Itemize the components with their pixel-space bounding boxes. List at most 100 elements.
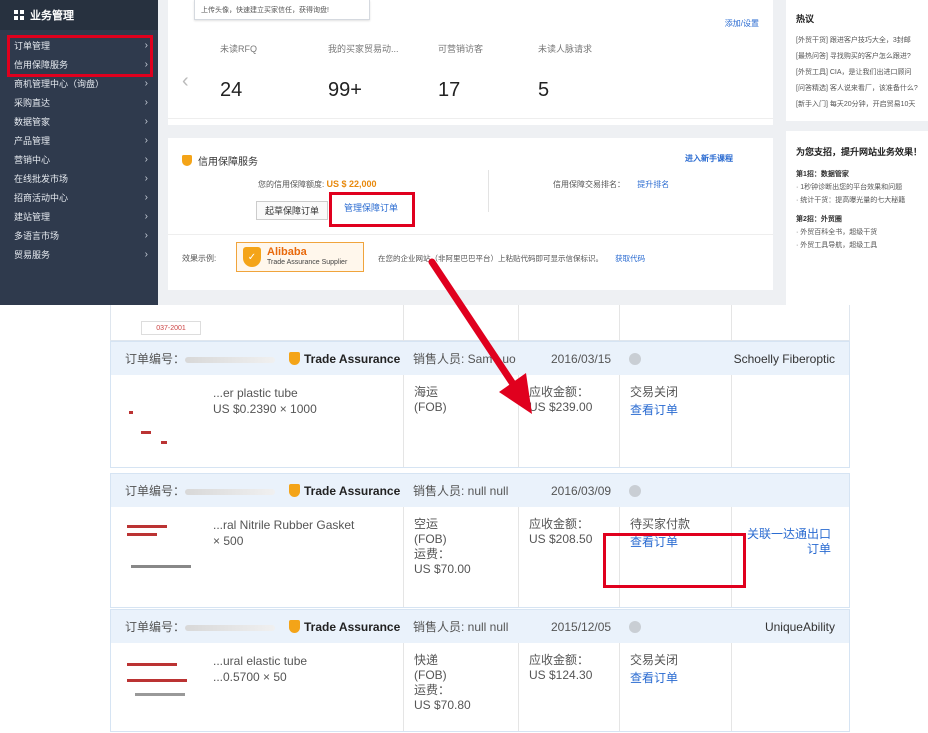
sidebar-item-events[interactable]: 招商活动中心 › xyxy=(0,188,158,207)
amount-value: US $124.30 xyxy=(529,668,593,682)
stat-value: 99+ xyxy=(328,79,362,101)
sidebar-item-label: 多语言市场 xyxy=(14,231,60,241)
sidebar-highlight-box xyxy=(7,35,153,77)
divider xyxy=(168,118,773,119)
price-quantity: × 500 xyxy=(213,534,244,548)
news-item[interactable]: [新手入门] 每天20分钟，开启贸易10天 xyxy=(796,97,928,113)
order-number: 订单编号： xyxy=(125,350,276,367)
embed-text: 在您的企业网站（非阿里巴巴平台）上粘贴代码即可显示信保标识。 获取代码 xyxy=(378,253,645,264)
ship-method: 海运 xyxy=(414,385,439,399)
stat-buyer-activity[interactable]: 我的买家贸易动... 99+ xyxy=(328,42,438,102)
stat-value: 17 xyxy=(438,79,461,101)
chevron-right-icon: › xyxy=(144,78,148,89)
sidebar-item-trade-services[interactable]: 贸易服务 › xyxy=(0,245,158,264)
order-number-label: 订单编号： xyxy=(125,352,186,366)
freight-label: 运费： xyxy=(414,547,451,561)
sidebar-item-label: 建站管理 xyxy=(14,212,51,222)
draft-order-button[interactable]: 起草保障订单 xyxy=(256,201,328,220)
order-number-label: 订单编号： xyxy=(125,484,186,498)
order-row: 订单编号： Trade Assurance 销售人员: null null 20… xyxy=(110,609,850,732)
ta-supplier-badge: ✓ Alibaba Trade Assurance Supplier xyxy=(236,242,364,272)
amount-value: US $208.50 xyxy=(529,532,593,546)
tip-item[interactable]: · 1秒钟诊断出您的平台效果和问题 xyxy=(796,181,928,194)
tip-item[interactable]: · 外贸工具导航，超级工具 xyxy=(796,239,928,252)
ta-title: 信用保障服务 xyxy=(182,153,258,168)
order-date: 2016/03/09 xyxy=(551,483,612,498)
order-status: 交易关闭 查看订单 xyxy=(630,385,678,418)
tip-heading: 第2招：外贸圈 xyxy=(796,216,842,223)
news-item[interactable]: [问答精选] 客人说来看厂，该准备什么? xyxy=(796,81,928,97)
divider xyxy=(786,121,928,131)
shield-icon xyxy=(182,155,192,166)
news-item[interactable]: [外贸干货] 跟进客户技巧大全，3封邮 xyxy=(796,33,928,49)
shipping-info: 空运 (FOB) 运费： US $70.00 xyxy=(414,517,471,577)
chat-bubble-icon[interactable] xyxy=(629,352,641,365)
divider xyxy=(619,643,620,731)
product-name[interactable]: ...ural elastic tube xyxy=(213,653,398,669)
ship-term: (FOB) xyxy=(414,668,447,682)
add-settings-link[interactable]: 添加/设置 xyxy=(725,18,759,29)
product-name[interactable]: ...er plastic tube xyxy=(213,385,398,401)
chevron-right-icon: › xyxy=(144,192,148,203)
tip-item[interactable]: · 统计干货：提高曝光量的七大秘籍 xyxy=(796,194,928,207)
stat-label: 未读RFQ xyxy=(220,44,257,54)
get-code-link[interactable]: 获取代码 xyxy=(615,254,645,263)
news-item[interactable]: [最热问答] 寻找购买的客户怎么跟进? xyxy=(796,49,928,65)
buyer-name[interactable]: UniqueAbility xyxy=(765,620,835,634)
ta-rank: 信用保障交易排名： 提升排名 xyxy=(553,179,669,190)
sidebar-item-products[interactable]: 产品管理 › xyxy=(0,131,158,150)
sidebar-item-label: 商机管理中心（询盘） xyxy=(14,79,105,89)
stat-unread-rfq[interactable]: 未读RFQ 24 xyxy=(220,42,330,102)
order-fragment: 037-2001 xyxy=(110,305,850,341)
grid-icon xyxy=(14,10,24,20)
chat-bubble-icon[interactable] xyxy=(629,620,641,633)
stat-visitors[interactable]: 可营销访客 17 xyxy=(438,42,548,102)
chevron-right-icon: › xyxy=(144,154,148,165)
chevron-right-icon: › xyxy=(144,135,148,146)
tip-heading: 第1招：数据管家 xyxy=(796,171,849,178)
link-export-order[interactable]: 关联一达通出口订单 xyxy=(741,527,831,557)
buyer-name[interactable]: Schoelly Fiberoptic xyxy=(734,352,835,366)
sidebar-item-data-manager[interactable]: 数据管家 › xyxy=(0,112,158,131)
amount-label: 应收金额： xyxy=(529,653,590,667)
sidebar-item-sourcing[interactable]: 采购直达 › xyxy=(0,93,158,112)
news-item[interactable]: [外贸工具] CIA，是让我们出进口顾问 xyxy=(796,65,928,81)
divider xyxy=(403,305,404,341)
sales-person: 销售人员: null null xyxy=(413,620,509,634)
stat-connection-requests[interactable]: 未读人脉请求 5 xyxy=(538,42,648,102)
amount-label: 应收金额： xyxy=(529,517,590,531)
badge-brand: Alibaba xyxy=(267,246,307,258)
sidebar-item-label: 在线批发市场 xyxy=(14,174,69,184)
amount-info: 应收金额： US $239.00 xyxy=(529,385,592,415)
sidebar-item-wholesale[interactable]: 在线批发市场 › xyxy=(0,169,158,188)
sidebar-item-marketing[interactable]: 营销中心 › xyxy=(0,150,158,169)
shield-icon xyxy=(289,620,300,633)
news-list: [外贸干货] 跟进客户技巧大全，3封邮 [最热问答] 寻找购买的客户怎么跟进? … xyxy=(786,25,928,113)
divider xyxy=(518,507,519,607)
view-order-link[interactable]: 查看订单 xyxy=(630,671,678,686)
chevron-left-icon[interactable]: ‹ xyxy=(182,70,189,93)
product-name[interactable]: ...ral Nitrile Rubber Gasket xyxy=(213,517,398,533)
sidebar-title: 业务管理 xyxy=(30,10,74,22)
stat-label: 可营销访客 xyxy=(438,44,484,54)
divider xyxy=(731,643,732,731)
chat-bubble-icon[interactable] xyxy=(629,484,641,497)
order-header: 订单编号： Trade Assurance 销售人员: null null 20… xyxy=(111,610,849,643)
sidebar-item-multilang[interactable]: 多语言市场 › xyxy=(0,226,158,245)
sidebar-header: 业务管理 xyxy=(0,0,158,30)
beginner-course-link[interactable]: 进入新手课程 xyxy=(685,153,733,164)
trade-assurance-tag: Trade Assurance xyxy=(289,484,400,498)
sidebar-item-site[interactable]: 建站管理 › xyxy=(0,207,158,226)
shield-icon: ✓ xyxy=(243,247,261,267)
embed-description: 在您的企业网站（非阿里巴巴平台）上粘贴代码即可显示信保标识。 xyxy=(378,254,603,263)
view-order-link[interactable]: 查看订单 xyxy=(630,403,678,418)
sidebar-item-label: 产品管理 xyxy=(14,136,51,146)
sidebar-item-label: 招商活动中心 xyxy=(14,193,69,203)
improve-rank-link[interactable]: 提升排名 xyxy=(637,180,669,189)
amount-info: 应收金额： US $124.30 xyxy=(529,653,592,683)
shield-icon xyxy=(289,484,300,497)
effect-label: 效果示例: xyxy=(182,254,217,263)
tip-item[interactable]: · 外贸百科全书，超级干货 xyxy=(796,226,928,239)
order-row: 订单编号： Trade Assurance 销售人员: Sam Luo 2016… xyxy=(110,341,850,468)
dashboard: 上传头像，快速建立买家信任，获得询盘! 添加/设置 ‹ 未读RFQ 24 我的买… xyxy=(158,0,773,305)
